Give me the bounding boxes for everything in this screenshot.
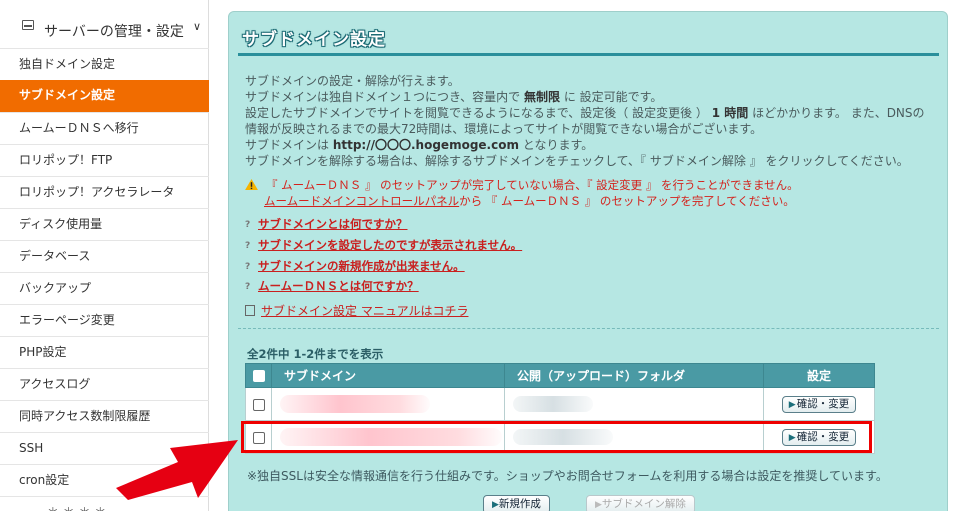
- muumuu-control-panel-link[interactable]: ムームードメインコントロールパネル: [264, 194, 459, 208]
- arrow-right-icon: ▶: [492, 500, 499, 510]
- question-icon: ?: [245, 282, 251, 292]
- sidebar-item-muumuu-dns[interactable]: ムームーＤＮＳへ移行: [0, 112, 209, 144]
- redacted-subdomain: [280, 395, 430, 413]
- sidebar-item-ftp[interactable]: ロリポップ！FTP: [0, 144, 209, 176]
- table-row: ▶確認・変更: [245, 387, 875, 421]
- sidebar-item-database[interactable]: データベース: [0, 240, 209, 272]
- intro-line-2: サブドメインは独自ドメイン１つにつき、容量内で 無制限 に 設定可能です。: [245, 90, 663, 104]
- question-icon: ?: [245, 262, 251, 272]
- title-divider: [238, 53, 939, 56]
- remove-subdomain-button[interactable]: ▶サブドメイン解除: [586, 495, 695, 511]
- sidebar-item-accelerator[interactable]: ロリポップ！アクセラレータ: [0, 176, 209, 208]
- select-all-cell: [245, 363, 272, 388]
- folder-cell-redacted: [504, 387, 764, 421]
- arrow-right-icon: ▶: [595, 500, 602, 510]
- server-icon: [22, 20, 34, 30]
- red-arrow-annotation: [116, 440, 238, 500]
- sidebar-item-custom-domain[interactable]: 独自ドメイン設定: [0, 48, 209, 80]
- warning-icon: [245, 179, 258, 190]
- one-hour-text: 1 時間: [711, 106, 749, 120]
- create-new-button[interactable]: ▶新規作成: [483, 495, 550, 511]
- faq-link-what-is-subdomain[interactable]: ? サブドメインとは何ですか？: [245, 216, 408, 232]
- arrow-right-icon: ▶: [788, 399, 796, 410]
- faq-link-what-is-muumuu-dns[interactable]: ? ムームーＤＮＳとは何ですか？: [245, 278, 419, 294]
- unlimited-text: 無制限: [523, 90, 560, 104]
- sidebar-section-server-settings[interactable]: サーバーの管理・設定 ∨: [0, 14, 209, 48]
- page-title: サブドメイン設定: [242, 30, 386, 50]
- manual-book-icon: [245, 305, 255, 316]
- column-header-settings: 設定: [763, 363, 875, 388]
- redacted-folder: [513, 396, 593, 412]
- action-cell: ▶確認・変更: [763, 387, 875, 421]
- sidebar-item-disk-usage[interactable]: ディスク使用量: [0, 208, 209, 240]
- highlight-box: [241, 421, 872, 453]
- sidebar-item-backup[interactable]: バックアップ: [0, 272, 209, 304]
- select-all-checkbox[interactable]: [252, 370, 265, 382]
- sidebar-item-php[interactable]: PHP設定: [0, 336, 209, 368]
- faq-link-cannot-create[interactable]: ? サブドメインの新規作成が出来ません。: [245, 258, 465, 274]
- subdomain-cell-redacted: [271, 387, 505, 421]
- faq-link-not-displayed[interactable]: ? サブドメインを設定したのですが表示されません。: [245, 237, 522, 253]
- table-header-row: サブドメイン 公開（アップロード）フォルダ 設定: [245, 363, 875, 388]
- question-icon: ?: [245, 220, 251, 230]
- sidebar-item-subdomain[interactable]: サブドメイン設定: [0, 80, 209, 112]
- sidebar-item-access-log[interactable]: アクセスログ: [0, 368, 209, 400]
- column-header-folder: 公開（アップロード）フォルダ: [504, 363, 764, 388]
- confirm-change-button[interactable]: ▶確認・変更: [781, 395, 857, 413]
- intro-line-4: 情報が反映されるまでの最大72時間は、環境によってサイトが閲覧できない場合がござ…: [245, 122, 763, 136]
- dns-warning-line-2: ムームードメインコントロールパネルから 『 ムームーＤＮＳ 』 のセットアップを…: [264, 194, 795, 208]
- dns-warning: 『 ムームーＤＮＳ 』 のセットアップが完了していない場合、『 設定変更 』 を…: [245, 177, 799, 193]
- question-icon: ?: [245, 241, 251, 251]
- column-header-subdomain: サブドメイン: [271, 363, 505, 388]
- section-divider: [238, 328, 939, 329]
- sidebar-item-error-page[interactable]: エラーページ変更: [0, 304, 209, 336]
- example-url: http://〇〇〇.hogemoge.com: [332, 138, 519, 152]
- sidebar-section-label: サーバーの管理・設定: [44, 24, 184, 40]
- ssl-note: ※独自SSLは安全な情報通信を行う仕組みです。ショップやお問合せフォームを利用す…: [247, 469, 888, 483]
- row-checkbox[interactable]: [252, 398, 265, 411]
- intro-line-6: サブドメインを解除する場合は、解除するサブドメインをチェックして、『 サブドメイ…: [245, 154, 909, 168]
- row-select-cell: [245, 387, 272, 421]
- chevron-down-icon: ∨: [193, 20, 202, 33]
- intro-line-5: サブドメインは http://〇〇〇.hogemoge.com となります。: [245, 138, 594, 152]
- intro-line-1: サブドメインの設定・解除が行えます。: [245, 74, 460, 88]
- result-count: 全2件中 1-2件までを表示: [247, 347, 384, 361]
- manual-link[interactable]: サブドメイン設定 マニュアルはコチラ: [245, 302, 468, 319]
- intro-line-3: 設定したサブドメインでサイトを閲覧できるようになるまで、設定後（ 設定変更後 ）…: [245, 106, 925, 120]
